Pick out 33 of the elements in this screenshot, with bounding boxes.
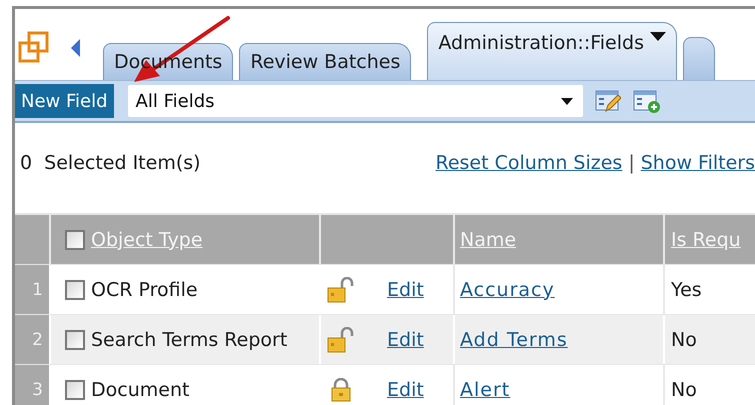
row-checkbox[interactable] <box>65 380 85 400</box>
object-type: Document <box>91 378 190 400</box>
add-list-icon[interactable] <box>632 88 661 114</box>
selected-count: 0 Selected Item(s) <box>20 152 201 174</box>
show-filters-link[interactable]: Show Filters <box>640 152 755 174</box>
link-separator: | <box>628 152 635 174</box>
row-number: 3 <box>32 380 43 400</box>
logo-icon <box>17 30 51 64</box>
object-type: Search Terms Report <box>91 328 288 350</box>
is-required-value: Yes <box>671 278 702 300</box>
is-required-value: No <box>671 328 697 350</box>
reset-column-sizes-link[interactable]: Reset Column Sizes <box>436 152 622 174</box>
is-required-value: No <box>671 378 697 400</box>
field-name-link[interactable]: Add Terms <box>460 328 568 350</box>
tab[interactable]: Administration::Fields <box>427 22 677 80</box>
select-all-checkbox[interactable] <box>65 230 85 250</box>
edit-link[interactable]: Edit <box>387 278 424 300</box>
row-number: 2 <box>32 330 43 350</box>
caret-icon <box>560 98 573 104</box>
object-type: OCR Profile <box>91 278 198 300</box>
field-name-link[interactable]: Alert <box>460 378 510 400</box>
row-checkbox[interactable] <box>65 330 85 350</box>
edit-link[interactable]: Edit <box>387 378 424 400</box>
row-number: 1 <box>32 280 43 300</box>
row-checkbox[interactable] <box>65 280 85 300</box>
new-field-button[interactable]: New Field <box>15 84 114 118</box>
tab[interactable] <box>682 37 715 80</box>
scroll-left-icon[interactable] <box>70 38 81 58</box>
field-name-link[interactable]: Accuracy <box>460 278 555 300</box>
view-dropdown[interactable]: All Fields <box>128 85 583 117</box>
tab[interactable]: Review Batches <box>239 43 412 80</box>
edit-link[interactable]: Edit <box>387 328 424 350</box>
edit-list-icon[interactable] <box>594 88 621 114</box>
